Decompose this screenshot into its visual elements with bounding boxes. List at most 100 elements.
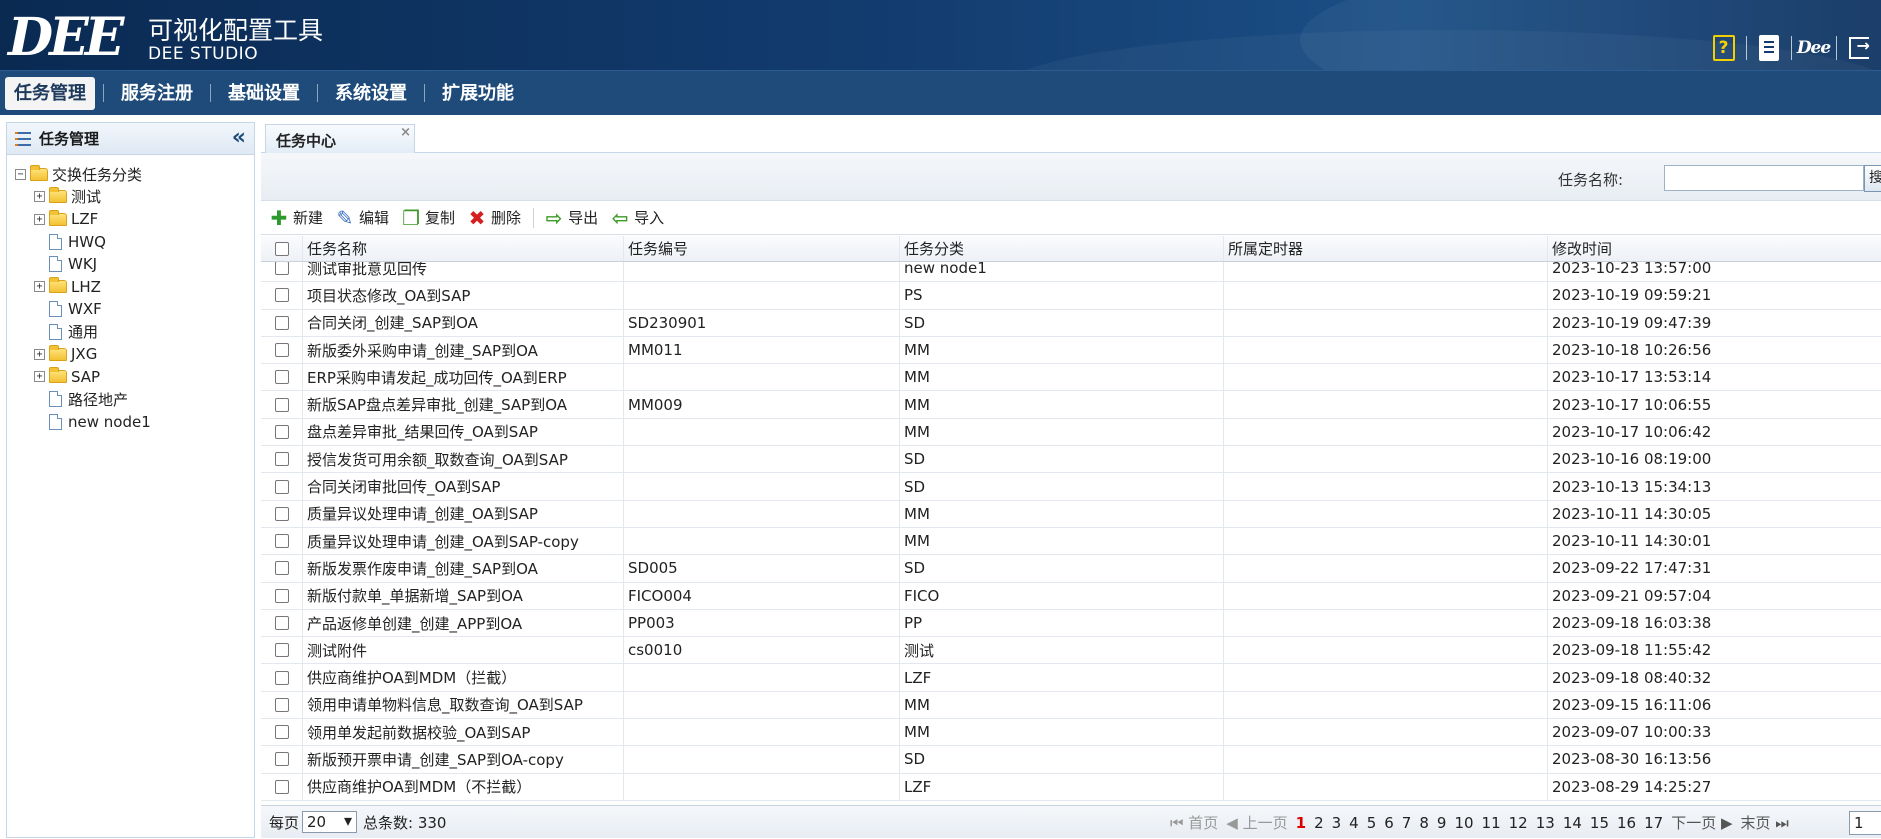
table-row[interactable]: 领用单发起前数据校验_OA到SAP MM 2023-09-07 10:00:33 bbox=[261, 719, 1881, 747]
expand-toggle-icon[interactable]: + bbox=[34, 213, 45, 225]
page-link[interactable]: 1 bbox=[1296, 814, 1306, 832]
table-row[interactable]: 项目状态修改_OA到SAP PS 2023-10-19 09:59:21 bbox=[261, 282, 1881, 310]
row-checkbox[interactable] bbox=[274, 588, 289, 603]
toolbar-button-add[interactable]: ✚ 新建 bbox=[269, 207, 323, 228]
document-button[interactable] bbox=[1746, 30, 1791, 66]
table-row[interactable]: 供应商维护OA到MDM（不拦截） LZF 2023-08-29 14:25:27 bbox=[261, 773, 1881, 801]
expand-toggle-icon[interactable]: + bbox=[34, 281, 45, 293]
page-link[interactable]: 16 bbox=[1617, 814, 1636, 832]
toolbar-button-import[interactable]: ⇦ 导入 bbox=[610, 207, 664, 228]
menu-item-1[interactable]: 服务注册 bbox=[112, 77, 202, 110]
tab-task-center[interactable]: 任务中心 × bbox=[265, 124, 415, 154]
row-checkbox[interactable] bbox=[274, 288, 289, 303]
row-checkbox[interactable] bbox=[274, 779, 289, 794]
per-page-select[interactable]: 20 bbox=[302, 811, 358, 833]
row-checkbox[interactable] bbox=[274, 697, 289, 712]
page-link[interactable]: 5 bbox=[1367, 814, 1377, 832]
tree-node[interactable]: + JXG bbox=[7, 343, 254, 366]
row-checkbox[interactable] bbox=[274, 343, 289, 358]
tree-node[interactable]: + 测试 bbox=[7, 186, 254, 209]
page-link[interactable]: 14 bbox=[1563, 814, 1582, 832]
help-button[interactable]: ? bbox=[1701, 30, 1746, 66]
table-row[interactable]: 质量异议处理申请_创建_OA到SAP MM 2023-10-11 14:30:05 bbox=[261, 500, 1881, 528]
page-link[interactable]: 6 bbox=[1384, 814, 1394, 832]
select-all-checkbox[interactable] bbox=[274, 241, 289, 256]
column-header-task-code[interactable]: 任务编号 bbox=[624, 236, 900, 261]
menu-item-4[interactable]: 扩展功能 bbox=[433, 77, 523, 110]
page-link[interactable]: 12 bbox=[1509, 814, 1528, 832]
first-page-button[interactable]: ⏮ 首页 bbox=[1170, 812, 1218, 833]
table-row[interactable]: 测试附件 cs0010 测试 2023-09-18 11:55:42 bbox=[261, 637, 1881, 665]
expand-toggle-icon[interactable]: + bbox=[34, 371, 45, 383]
page-link[interactable]: 17 bbox=[1644, 814, 1663, 832]
row-checkbox[interactable] bbox=[274, 643, 289, 658]
page-link[interactable]: 13 bbox=[1536, 814, 1555, 832]
tree-node[interactable]: HWQ bbox=[7, 231, 254, 254]
page-link[interactable]: 7 bbox=[1402, 814, 1412, 832]
search-button[interactable]: 搜索 bbox=[1864, 165, 1881, 192]
row-checkbox[interactable] bbox=[274, 752, 289, 767]
row-checkbox[interactable] bbox=[274, 370, 289, 385]
row-checkbox[interactable] bbox=[274, 479, 289, 494]
last-page-button[interactable]: 末页 ⏭ bbox=[1741, 812, 1789, 833]
row-checkbox[interactable] bbox=[274, 424, 289, 439]
page-link[interactable]: 15 bbox=[1590, 814, 1609, 832]
row-checkbox[interactable] bbox=[274, 534, 289, 549]
table-row[interactable]: 产品返修单创建_创建_APP到OA PP003 PP 2023-09-18 16:03… bbox=[261, 609, 1881, 638]
close-icon[interactable]: × bbox=[400, 125, 411, 140]
table-row[interactable]: 盘点差异审批_结果回传_OA到SAP MM 2023-10-17 10:06:42 bbox=[261, 418, 1881, 447]
menu-item-2[interactable]: 基础设置 bbox=[219, 77, 309, 110]
about-button[interactable]: Dee bbox=[1791, 30, 1836, 66]
column-header-timer[interactable]: 所属定时器 bbox=[1224, 236, 1548, 261]
prev-page-button[interactable]: ◀ 上一页 bbox=[1226, 812, 1287, 833]
page-link[interactable]: 9 bbox=[1437, 814, 1447, 832]
table-row[interactable]: 新版SAP盘点差异审批_创建_SAP到OA MM009 MM 2023-10-17 1… bbox=[261, 391, 1881, 419]
page-link[interactable]: 2 bbox=[1314, 814, 1324, 832]
table-row[interactable]: 领用申请单物料信息_取数查询_OA到SAP MM 2023-09-15 16:11:… bbox=[261, 691, 1881, 720]
column-header-task-category[interactable]: 任务分类 bbox=[900, 236, 1224, 261]
menu-item-0[interactable]: 任务管理 bbox=[5, 76, 95, 110]
task-name-search-input[interactable] bbox=[1664, 165, 1864, 191]
table-row[interactable]: 质量异议处理申请_创建_OA到SAP-copy MM 2023-10-11 14:3… bbox=[261, 527, 1881, 556]
page-link[interactable]: 4 bbox=[1349, 814, 1359, 832]
column-header-modified-time[interactable]: 修改时间 bbox=[1548, 236, 1881, 261]
page-jump-input[interactable]: 1 bbox=[1849, 811, 1881, 835]
menu-item-3[interactable]: 系统设置 bbox=[326, 77, 416, 110]
row-checkbox[interactable] bbox=[274, 452, 289, 467]
tree-node[interactable]: WKJ bbox=[7, 253, 254, 276]
row-checkbox[interactable] bbox=[274, 315, 289, 330]
logout-button[interactable] bbox=[1836, 30, 1881, 66]
row-checkbox[interactable] bbox=[274, 670, 289, 685]
page-link[interactable]: 8 bbox=[1419, 814, 1429, 832]
expand-toggle-icon[interactable]: + bbox=[34, 191, 45, 203]
next-page-button[interactable]: 下一页 ▶ bbox=[1671, 812, 1732, 833]
tree-node[interactable]: + LZF bbox=[7, 208, 254, 231]
table-row[interactable]: 合同关闭_创建_SAP到OA SD230901 SD 2023-10-19 09:47… bbox=[261, 309, 1881, 337]
toolbar-button-edit[interactable]: ✎ 编辑 bbox=[335, 207, 389, 228]
row-checkbox[interactable] bbox=[274, 506, 289, 521]
tree-node[interactable]: new node1 bbox=[7, 411, 254, 434]
tree-node[interactable]: WXF bbox=[7, 298, 254, 321]
table-row[interactable]: 授信发货可用余额_取数查询_OA到SAP SD 2023-10-16 08:19:0… bbox=[261, 446, 1881, 474]
collapse-toggle-icon[interactable]: − bbox=[15, 168, 26, 180]
tree-node[interactable]: + SAP bbox=[7, 366, 254, 389]
row-checkbox[interactable] bbox=[274, 561, 289, 576]
tree-node[interactable]: 路径地产 bbox=[7, 388, 254, 411]
table-row[interactable]: 供应商维护OA到MDM（拦截） LZF 2023-09-18 08:40:32 bbox=[261, 664, 1881, 692]
table-row[interactable]: 新版发票作废申请_创建_SAP到OA SD005 SD 2023-09-22 17:4… bbox=[261, 555, 1881, 583]
row-checkbox[interactable] bbox=[274, 397, 289, 412]
tree-root[interactable]: − 交换任务分类 bbox=[7, 163, 254, 186]
table-row[interactable]: 新版委外采购申请_创建_SAP到OA MM011 MM 2023-10-18 10:2… bbox=[261, 336, 1881, 365]
table-row[interactable]: 新版预开票申请_创建_SAP到OA-copy SD 2023-08-30 16:13… bbox=[261, 746, 1881, 774]
row-checkbox[interactable] bbox=[274, 725, 289, 740]
row-checkbox[interactable] bbox=[274, 262, 289, 276]
tree-node[interactable]: 通用 bbox=[7, 321, 254, 344]
table-row[interactable]: 合同关闭审批回传_OA到SAP SD 2023-10-13 15:34:13 bbox=[261, 473, 1881, 501]
table-row[interactable]: 新版付款单_单据新增_SAP到OA FICO004 FICO 2023-09-21 0… bbox=[261, 582, 1881, 610]
row-checkbox[interactable] bbox=[274, 616, 289, 630]
page-link[interactable]: 10 bbox=[1454, 814, 1473, 832]
table-row[interactable]: 测试审批意见回传 new node1 2023-10-23 13:57:00 bbox=[261, 262, 1881, 283]
collapse-icon[interactable]: « bbox=[232, 127, 246, 149]
toolbar-button-export[interactable]: ⇨ 导出 bbox=[544, 207, 598, 228]
table-row[interactable]: ERP采购申请发起_成功回传_OA到ERP MM 2023-10-17 13:53:… bbox=[261, 364, 1881, 392]
